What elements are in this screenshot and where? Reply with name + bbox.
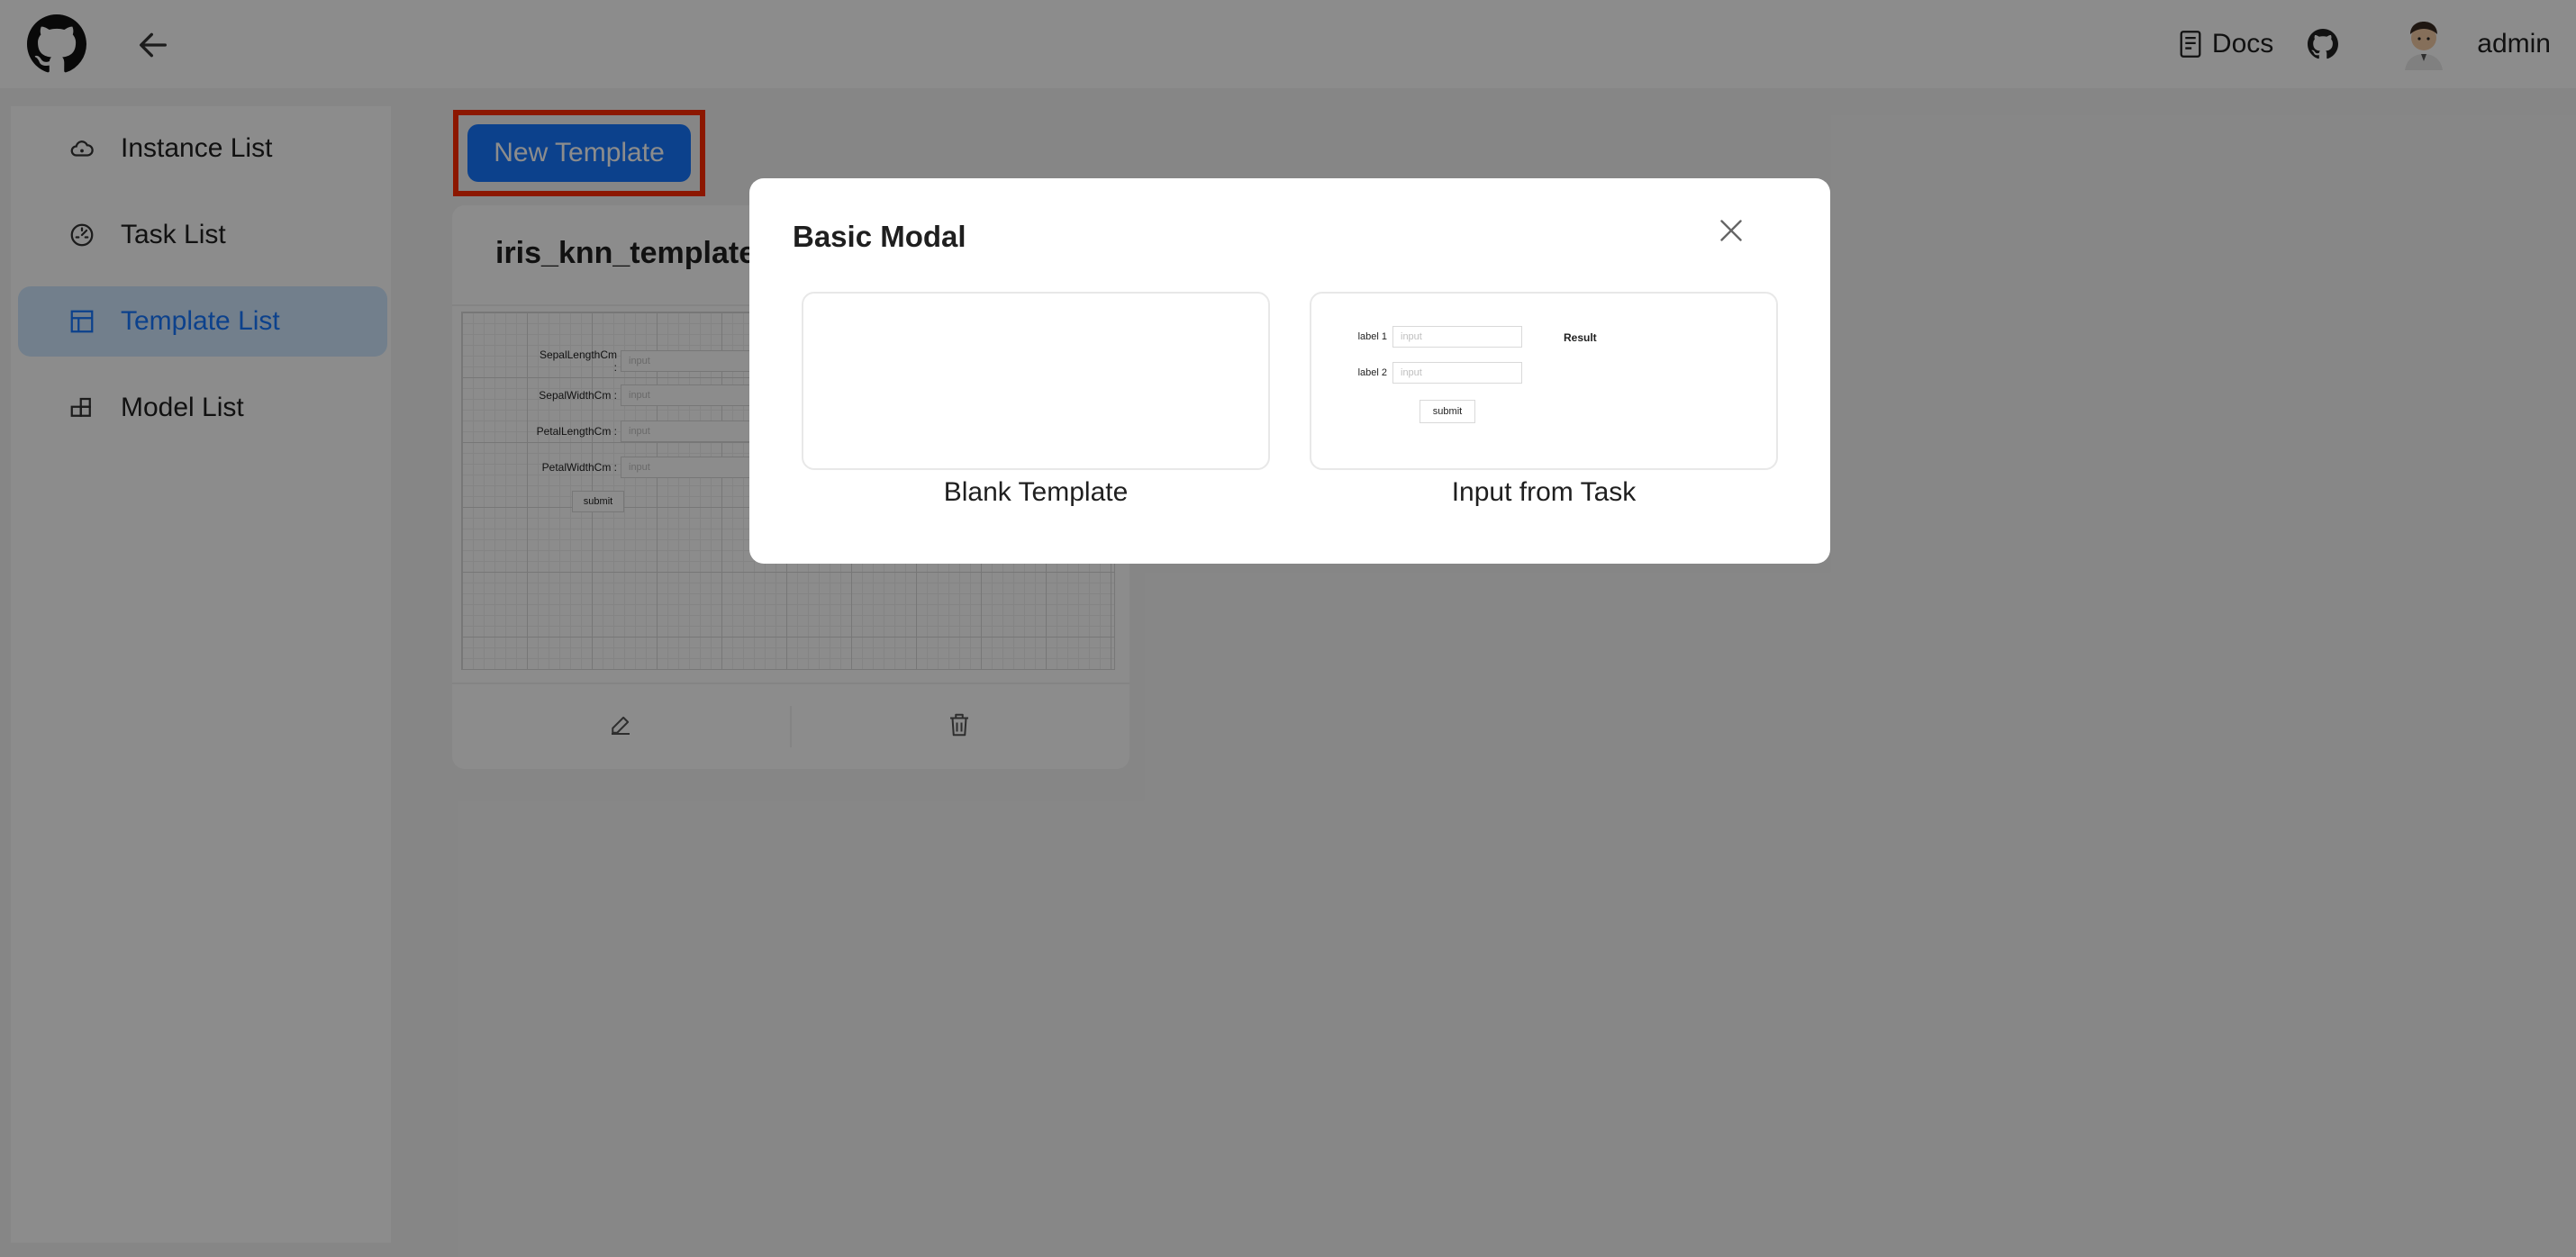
template-option-preview[interactable]: label 1 input Result label 2 input submi…	[1310, 292, 1778, 470]
mini-row: label 2 input	[1349, 362, 1522, 384]
template-option-label: Blank Template	[943, 477, 1129, 507]
mini-result-label: Result	[1564, 331, 1597, 344]
mini-input: input	[1392, 362, 1522, 384]
mini-label: label 1	[1357, 331, 1387, 342]
template-option-label: Input from Task	[1451, 477, 1637, 507]
mini-row: label 1 input	[1349, 326, 1522, 348]
template-option-blank[interactable]: Blank Template	[802, 292, 1270, 508]
template-option-preview[interactable]	[802, 292, 1270, 470]
mini-input: input	[1392, 326, 1522, 348]
template-option-input-from-task[interactable]: label 1 input Result label 2 input submi…	[1310, 292, 1778, 508]
close-icon[interactable]	[1715, 214, 1747, 247]
modal-title: Basic Modal	[793, 220, 966, 253]
mini-label: label 2	[1357, 367, 1387, 378]
basic-modal: Basic Modal Blank Template label 1 input…	[749, 178, 1830, 564]
mini-submit: submit	[1420, 400, 1475, 423]
